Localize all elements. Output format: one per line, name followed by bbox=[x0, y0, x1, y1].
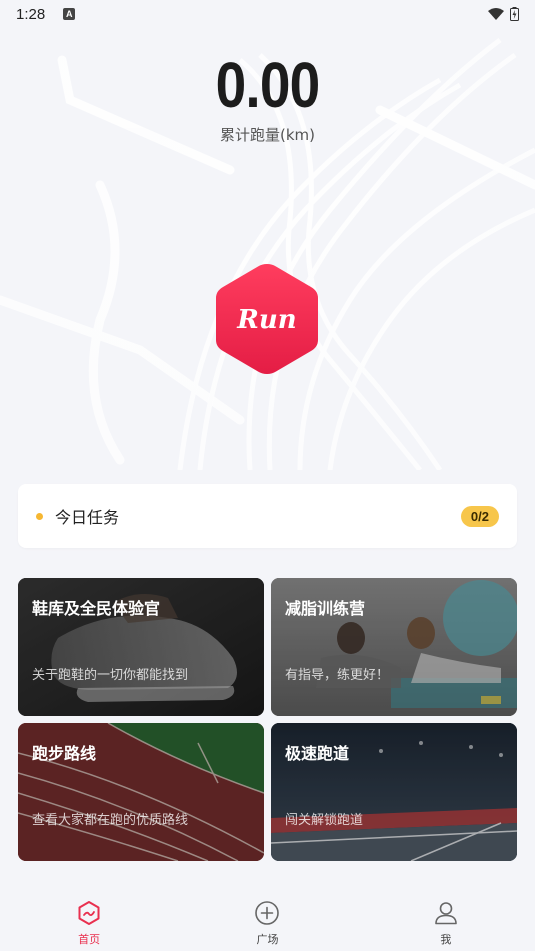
tile-subtitle: 有指导，练更好！ bbox=[285, 668, 390, 683]
total-distance-label: 累计跑量(km) bbox=[219, 126, 315, 144]
tile-title: 减脂训练营 bbox=[285, 599, 366, 618]
battery-icon bbox=[510, 7, 519, 21]
status-indicators bbox=[488, 7, 519, 21]
bottom-nav: 首页 广场 我 bbox=[0, 888, 535, 951]
logo-text: Run bbox=[236, 305, 296, 335]
nav-label: 广场 bbox=[256, 933, 279, 946]
nav-label: 我 bbox=[440, 933, 452, 946]
tile-title: 极速跑道 bbox=[285, 744, 350, 763]
nav-square[interactable]: 广场 bbox=[178, 888, 356, 951]
total-distance-value: 0.00 bbox=[215, 49, 321, 121]
tile-subtitle: 闯关解锁跑道 bbox=[285, 813, 364, 828]
tile-title: 鞋库及全民体验官 bbox=[32, 599, 161, 618]
task-title: 今日任务 bbox=[55, 508, 120, 527]
daily-task-card[interactable]: 今日任务 0/2 bbox=[18, 484, 517, 548]
wifi-icon bbox=[488, 8, 504, 20]
task-progress-badge: 0/2 bbox=[460, 505, 499, 527]
tile-speed-track[interactable]: 极速跑道 闯关解锁跑道 bbox=[271, 723, 517, 861]
nav-me[interactable]: 我 bbox=[357, 888, 535, 951]
tile-title: 跑步路线 bbox=[32, 744, 97, 763]
user-icon bbox=[435, 902, 457, 925]
tile-shoe-library[interactable]: 鞋库及全民体验官 关于跑鞋的一切你都能找到 bbox=[18, 578, 264, 716]
notification-icon: A bbox=[63, 8, 76, 20]
plus-circle-icon bbox=[255, 901, 280, 925]
status-time: 1:28 bbox=[16, 5, 46, 23]
tile-subtitle: 关于跑鞋的一切你都能找到 bbox=[32, 668, 189, 683]
task-dot-icon bbox=[36, 512, 43, 520]
nav-home[interactable]: 首页 bbox=[0, 888, 178, 951]
tile-running-routes[interactable]: 跑步路线 查看大家都在跑的优质路线 bbox=[18, 723, 264, 861]
status-bar: 1:28 A bbox=[0, 0, 535, 28]
tile-fat-burn-camp[interactable]: 减脂训练营 有指导，练更好！ bbox=[271, 578, 517, 716]
tile-subtitle: 查看大家都在跑的优质路线 bbox=[32, 813, 189, 828]
run-logo-button[interactable]: Run bbox=[214, 262, 320, 376]
home-run-icon bbox=[78, 901, 100, 925]
nav-label: 首页 bbox=[78, 933, 101, 946]
